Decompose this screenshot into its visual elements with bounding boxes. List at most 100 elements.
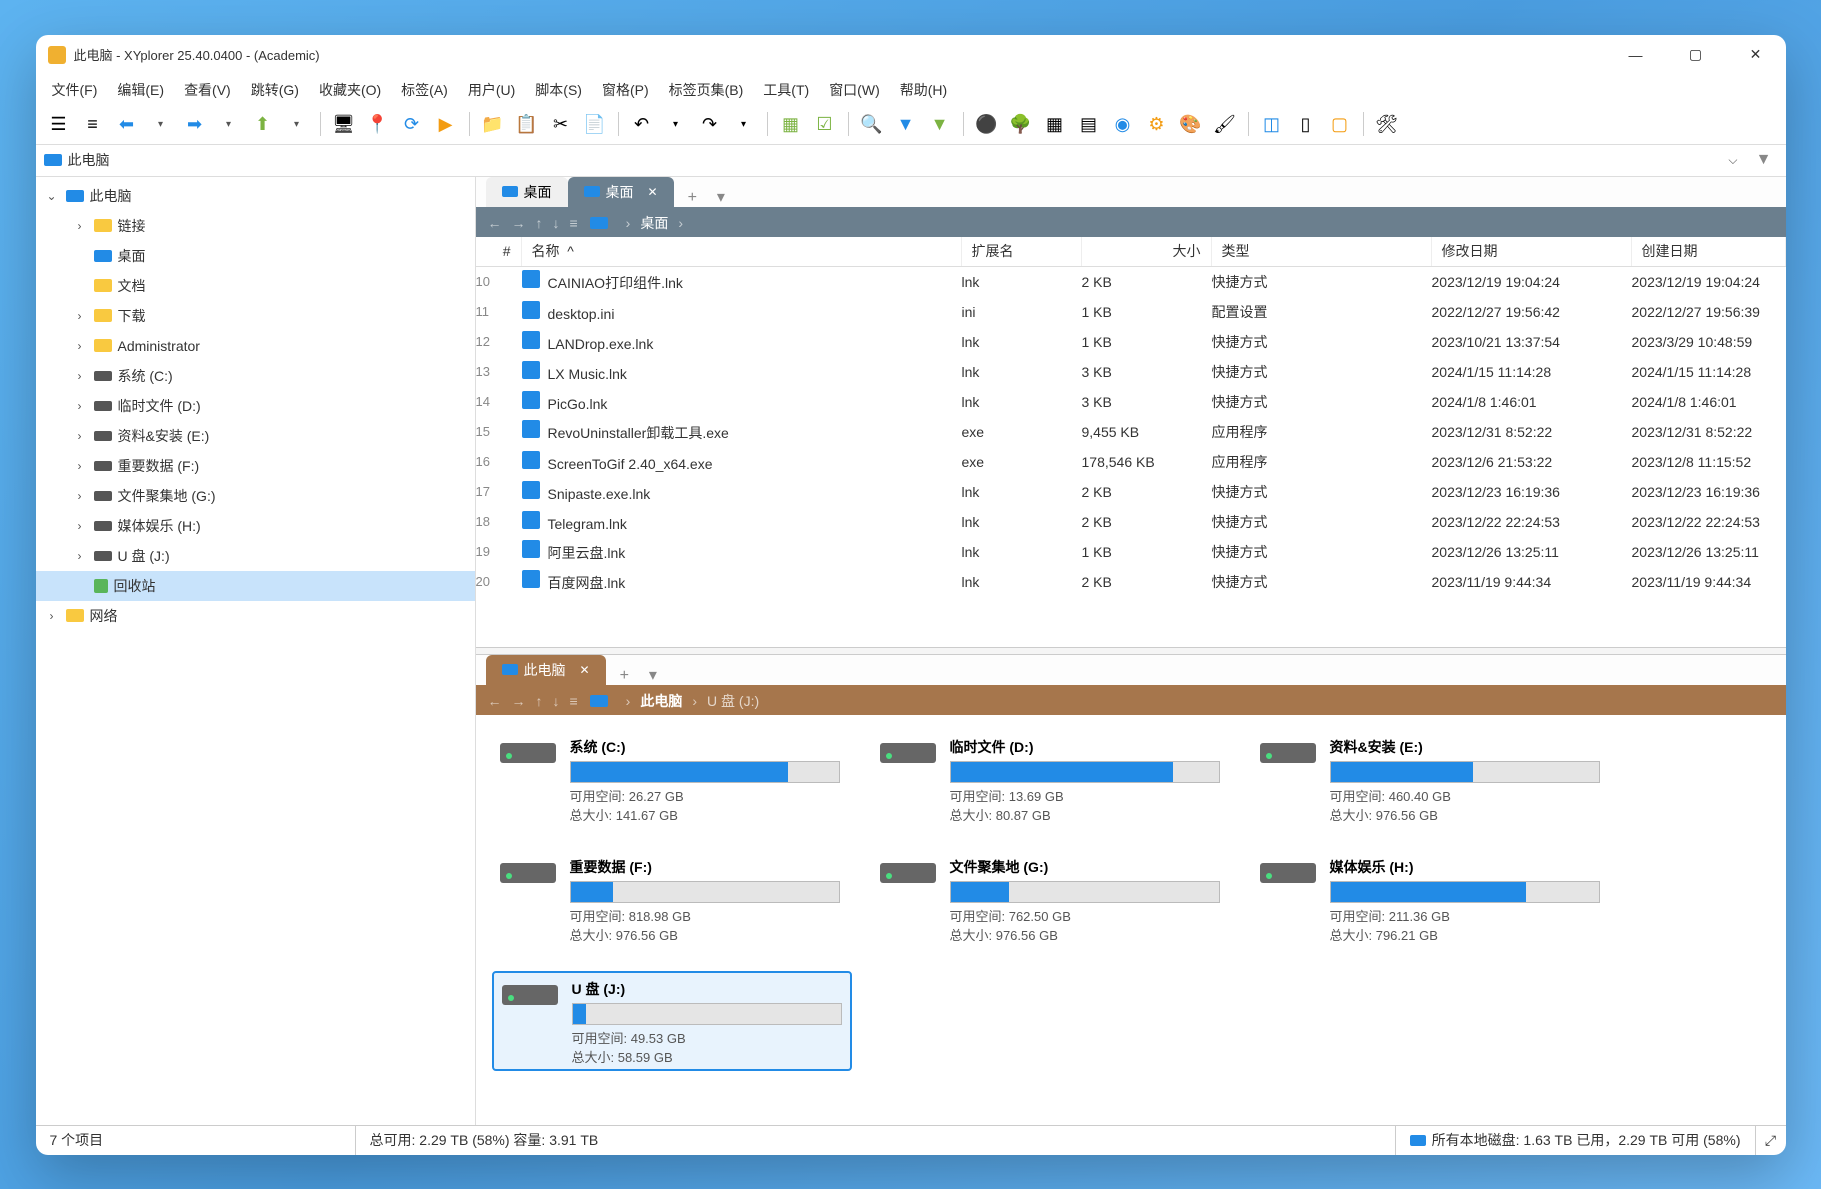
tree-toggle-icon[interactable]: ⌄ <box>44 189 60 203</box>
tree-icon[interactable]: 🌳 <box>1006 109 1036 139</box>
tree-item[interactable]: ›临时文件 (D:) <box>36 391 475 421</box>
file-row[interactable]: 13LX Music.lnklnk3 KB快捷方式2024/1/15 11:14… <box>476 357 1786 387</box>
tab[interactable]: 此电脑✕ <box>486 655 606 685</box>
maximize-button[interactable]: ▢ <box>1666 35 1726 75</box>
drive-card[interactable]: 媒体娱乐 (H:)可用空间: 211.36 GB总大小: 796.21 GB <box>1252 851 1612 951</box>
drive-card[interactable]: 临时文件 (D:)可用空间: 13.69 GB总大小: 80.87 GB <box>872 731 1232 831</box>
tree-item[interactable]: ›下载 <box>36 301 475 331</box>
palette-icon[interactable]: 🎨 <box>1176 109 1206 139</box>
crumb-segment[interactable]: U 盘 (J:) <box>707 691 759 711</box>
up-dropdown-icon[interactable]: ▾ <box>282 109 312 139</box>
panel-icon[interactable]: ▯ <box>1291 109 1321 139</box>
crumb-down-icon[interactable]: ↓ <box>553 215 560 231</box>
note-icon[interactable]: ▢ <box>1325 109 1355 139</box>
tab[interactable]: 桌面✕ <box>568 177 674 207</box>
back-dropdown-icon[interactable]: ▾ <box>146 109 176 139</box>
new-folder-icon[interactable]: 📁 <box>478 109 508 139</box>
tree-item[interactable]: ›U 盘 (J:) <box>36 541 475 571</box>
settings-icon[interactable]: 🛠 <box>1372 109 1402 139</box>
crumb-forward-icon[interactable]: → <box>512 693 526 709</box>
play-icon[interactable]: ▶ <box>431 109 461 139</box>
menu-item[interactable]: 脚本(S) <box>527 76 590 104</box>
tree-item[interactable]: 文档 <box>36 271 475 301</box>
tab-dropdown-icon[interactable]: ▾ <box>711 187 731 207</box>
menu-item[interactable]: 跳转(G) <box>243 76 307 104</box>
crumb-forward-icon[interactable]: → <box>512 215 526 231</box>
grid-icon[interactable]: ▦ <box>776 109 806 139</box>
crumb-segment[interactable]: 此电脑 <box>640 691 682 711</box>
drive-card[interactable]: 文件聚集地 (G:)可用空间: 762.50 GB总大小: 976.56 GB <box>872 851 1232 951</box>
crumb-back-icon[interactable]: ← <box>488 693 502 709</box>
menu-item[interactable]: 收藏夹(O) <box>311 76 389 104</box>
copy-icon[interactable]: 📋 <box>512 109 542 139</box>
crumb-menu-icon[interactable]: ≡ <box>570 693 578 709</box>
tree-toggle-icon[interactable]: › <box>72 309 88 323</box>
forward-button[interactable]: ➡ <box>180 109 210 139</box>
brush-icon[interactable]: 🖌 <box>1210 109 1240 139</box>
menu-item[interactable]: 用户(U) <box>460 76 523 104</box>
tree-item[interactable]: ›网络 <box>36 601 475 631</box>
up-button[interactable]: ⬆ <box>248 109 278 139</box>
drive-card[interactable]: 重要数据 (F:)可用空间: 818.98 GB总大小: 976.56 GB <box>492 851 852 951</box>
tab-add-button[interactable]: + <box>614 667 635 685</box>
close-button[interactable]: ✕ <box>1726 35 1786 75</box>
menu-item[interactable]: 窗口(W) <box>821 76 888 104</box>
tree-toggle-icon[interactable]: › <box>72 489 88 503</box>
redo-dropdown-icon[interactable]: ▾ <box>729 109 759 139</box>
filter-funnel-icon[interactable]: ▼ <box>1750 151 1778 169</box>
tree-toggle-icon[interactable]: › <box>72 549 88 563</box>
menu-item[interactable]: 标签(A) <box>393 76 456 104</box>
tree-item[interactable]: ›链接 <box>36 211 475 241</box>
file-row[interactable]: 15RevoUninstaller卸载工具.exeexe9,455 KB应用程序… <box>476 417 1786 447</box>
crumb-menu-icon[interactable]: ≡ <box>570 215 578 231</box>
col-number[interactable]: # <box>476 237 522 266</box>
ball-icon[interactable]: ⚙ <box>1142 109 1172 139</box>
refresh-icon[interactable]: ⟳ <box>397 109 427 139</box>
tab-dropdown-icon[interactable]: ▾ <box>643 665 663 685</box>
menu-item[interactable]: 查看(V) <box>176 76 239 104</box>
tree-toggle-icon[interactable]: › <box>72 339 88 353</box>
col-size[interactable]: 大小 <box>1082 237 1212 266</box>
file-row[interactable]: 11desktop.iniini1 KB配置设置2022/12/27 19:56… <box>476 297 1786 327</box>
folder-tree[interactable]: ⌄此电脑›链接桌面文档›下载›Administrator›系统 (C:)›临时文… <box>36 177 476 1125</box>
pane-splitter[interactable] <box>476 647 1786 655</box>
close-icon[interactable]: ✕ <box>580 663 590 677</box>
panes-icon[interactable]: ◫ <box>1257 109 1287 139</box>
tree-item[interactable]: ›系统 (C:) <box>36 361 475 391</box>
address-text[interactable]: 此电脑 <box>68 150 1717 170</box>
crumb-down-icon[interactable]: ↓ <box>553 693 560 709</box>
file-row[interactable]: 10CAINIAO打印组件.lnklnk2 KB快捷方式2023/12/19 1… <box>476 267 1786 297</box>
back-button[interactable]: ⬅ <box>112 109 142 139</box>
menu-item[interactable]: 帮助(H) <box>892 76 955 104</box>
swirl-icon[interactable]: ◉ <box>1108 109 1138 139</box>
undo-icon[interactable]: ↶ <box>627 109 657 139</box>
sphere-icon[interactable]: ⚫ <box>972 109 1002 139</box>
paste-icon[interactable]: 📄 <box>580 109 610 139</box>
address-dropdown-icon[interactable]: ⌵ <box>1728 153 1737 168</box>
tree-item[interactable]: ⌄此电脑 <box>36 181 475 211</box>
tree-item[interactable]: ›资料&安装 (E:) <box>36 421 475 451</box>
tiles-icon[interactable]: ▦ <box>1040 109 1070 139</box>
col-modified[interactable]: 修改日期 <box>1432 237 1632 266</box>
menu-item[interactable]: 编辑(E) <box>109 76 172 104</box>
forward-dropdown-icon[interactable]: ▾ <box>214 109 244 139</box>
tree-item[interactable]: ›媒体娱乐 (H:) <box>36 511 475 541</box>
tree-item[interactable]: ›文件聚集地 (G:) <box>36 481 475 511</box>
tree-item[interactable]: 回收站 <box>36 571 475 601</box>
file-row[interactable]: 19阿里云盘.lnklnk1 KB快捷方式2023/12/26 13:25:11… <box>476 537 1786 567</box>
menu-item[interactable]: 标签页集(B) <box>661 76 752 104</box>
minimize-button[interactable]: — <box>1606 35 1666 75</box>
tab-add-button[interactable]: + <box>682 189 703 207</box>
close-icon[interactable]: ✕ <box>648 185 658 199</box>
filter2-icon[interactable]: ▼ <box>925 109 955 139</box>
cut-icon[interactable]: ✂ <box>546 109 576 139</box>
tree-item[interactable]: ›重要数据 (F:) <box>36 451 475 481</box>
filter-icon[interactable]: ▼ <box>891 109 921 139</box>
menu-item[interactable]: 文件(F) <box>44 76 106 104</box>
file-list[interactable]: 10CAINIAO打印组件.lnklnk2 KB快捷方式2023/12/19 1… <box>476 267 1786 647</box>
undo-dropdown-icon[interactable]: ▾ <box>661 109 691 139</box>
redo-icon[interactable]: ↷ <box>695 109 725 139</box>
col-created[interactable]: 创建日期 <box>1632 237 1786 266</box>
crumb-segment[interactable]: 桌面 <box>640 213 668 233</box>
crumb-up-icon[interactable]: ↑ <box>536 215 543 231</box>
